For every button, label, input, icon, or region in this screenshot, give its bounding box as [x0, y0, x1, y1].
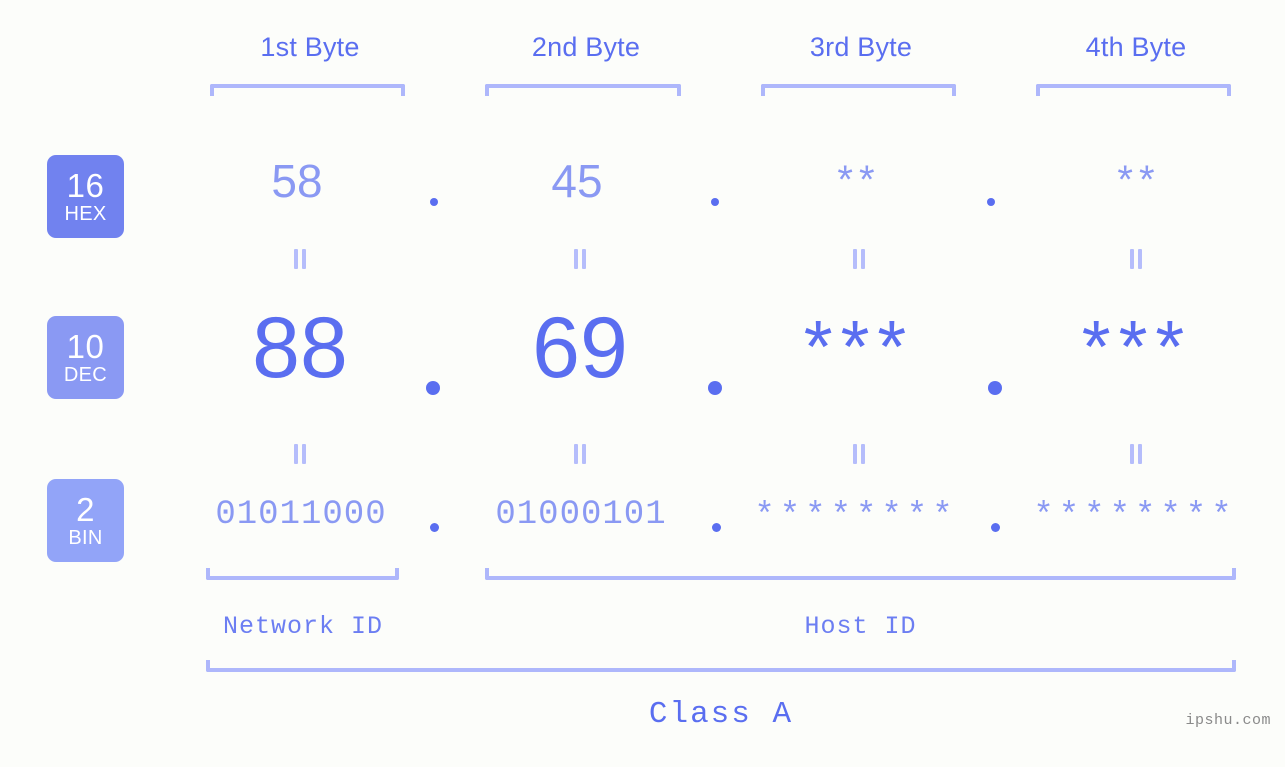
- base-badge-dec: 10 DEC: [47, 316, 124, 399]
- byte-column-label-1: 1st Byte: [260, 32, 360, 62]
- dec-value-byte-1: 88: [252, 300, 348, 396]
- bin-value-byte-2: 01000101: [495, 496, 667, 534]
- equals-mark-dec-bin-1: [294, 444, 307, 464]
- byte-bracket-top-4: [1036, 84, 1231, 96]
- hex-value-byte-2: 45: [551, 155, 603, 207]
- ip-address-breakdown-diagram: 1st Byte 2nd Byte 3rd Byte 4th Byte 16 H…: [0, 0, 1285, 767]
- watermark: ipshu.com: [1185, 712, 1271, 729]
- byte-bracket-top-1: [210, 84, 405, 96]
- equals-mark-hex-dec-3: [853, 249, 866, 269]
- hex-separator-dot-3: [987, 198, 995, 206]
- hex-separator-dot-2: [711, 198, 719, 206]
- bin-separator-dot-3: [991, 523, 1000, 532]
- network-id-label: Network ID: [222, 612, 384, 641]
- equals-mark-dec-bin-4: [1130, 444, 1143, 464]
- dec-value-byte-3: ***: [803, 305, 915, 388]
- base-badge-hex: 16 HEX: [47, 155, 124, 238]
- dec-value-byte-2: 69: [532, 300, 628, 396]
- equals-mark-hex-dec-1: [294, 249, 307, 269]
- dec-separator-dot-2: [708, 381, 722, 395]
- equals-mark-hex-dec-4: [1130, 249, 1143, 269]
- base-badge-hex-number: 16: [66, 167, 105, 204]
- byte-bracket-top-2: [485, 84, 681, 96]
- base-badge-hex-name: HEX: [64, 203, 107, 225]
- dec-separator-dot-1: [426, 381, 440, 395]
- hex-value-byte-1: 58: [271, 155, 323, 207]
- equals-mark-dec-bin-3: [853, 444, 866, 464]
- hex-value-byte-4: **: [1117, 158, 1161, 202]
- byte-column-label-2: 2nd Byte: [531, 32, 641, 62]
- base-badge-bin-name: BIN: [68, 527, 103, 549]
- host-id-label: Host ID: [804, 612, 917, 641]
- base-badge-dec-name: DEC: [63, 364, 108, 386]
- byte-bracket-top-3: [761, 84, 956, 96]
- bin-value-byte-3: ********: [754, 498, 958, 536]
- bin-value-byte-4: ********: [1033, 498, 1237, 536]
- hex-value-byte-3: **: [837, 158, 881, 202]
- base-badge-bin: 2 BIN: [47, 479, 124, 562]
- equals-mark-dec-bin-2: [574, 444, 587, 464]
- dec-separator-dot-3: [988, 381, 1002, 395]
- equals-mark-hex-dec-2: [574, 249, 587, 269]
- bin-separator-dot-1: [430, 523, 439, 532]
- network-id-bracket: [206, 568, 399, 580]
- bin-separator-dot-2: [712, 523, 721, 532]
- base-badge-dec-number: 10: [66, 328, 105, 365]
- class-bracket: [206, 660, 1236, 672]
- byte-column-label-3: 3rd Byte: [809, 32, 913, 62]
- bin-value-byte-1: 01011000: [215, 496, 387, 534]
- byte-column-label-4: 4th Byte: [1085, 32, 1187, 62]
- dec-value-byte-4: ***: [1081, 305, 1193, 388]
- hex-separator-dot-1: [430, 198, 438, 206]
- class-label: Class A: [648, 697, 794, 732]
- host-id-bracket: [485, 568, 1236, 580]
- base-badge-bin-number: 2: [76, 491, 95, 528]
